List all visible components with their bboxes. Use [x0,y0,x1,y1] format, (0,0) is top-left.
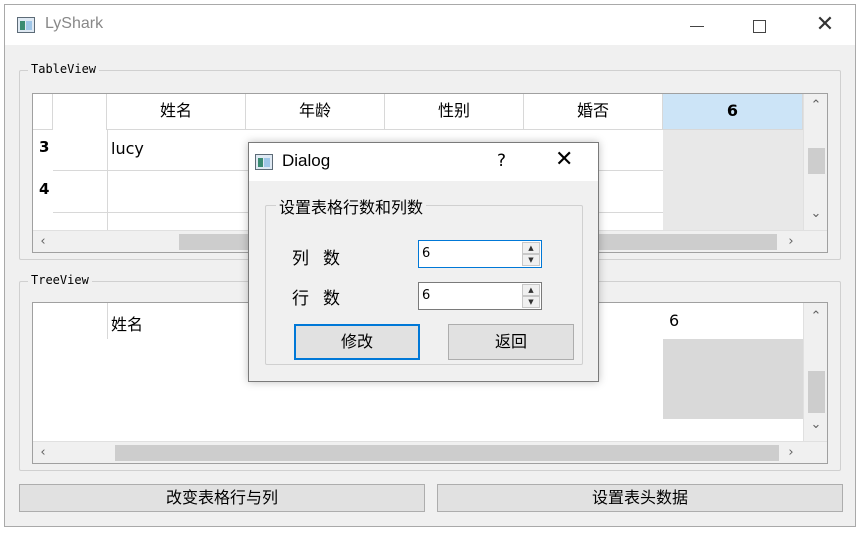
cols-label: 列数 [292,249,354,269]
row-number-4[interactable]: 4 [33,180,53,198]
dialog-group-title: 设置表格行数和列数 [276,194,427,218]
cols-spin-buttons[interactable]: ▲ ▼ [522,242,540,266]
rows-spin-buttons[interactable]: ▲ ▼ [522,284,540,308]
scroll-down-icon[interactable]: ⌄ [806,206,826,221]
table-header-age[interactable]: 年龄 [246,94,385,130]
col-divider [107,303,108,339]
row-number-3[interactable]: 3 [33,138,53,156]
scroll-right-icon[interactable]: › [781,445,801,460]
table-header-name[interactable]: 姓名 [107,94,246,130]
rows-value[interactable]: 6 [422,288,430,303]
table-corner[interactable] [33,94,53,130]
scroll-left-icon[interactable]: ‹ [33,234,53,249]
tableview-group-title: TableView [28,62,100,76]
spin-down-icon[interactable]: ▼ [522,296,540,308]
rows-label: 行数 [292,289,354,309]
scroll-thumb[interactable] [115,445,779,461]
dialog-app-icon [255,154,273,170]
table-header-married[interactable]: 婚否 [524,94,663,130]
row-header-column [53,94,107,130]
spin-up-icon[interactable]: ▲ [522,242,540,254]
dialog-close-button[interactable]: ✕ [555,147,573,172]
scroll-up-icon[interactable]: ⌃ [806,98,826,113]
change-rows-cols-button[interactable]: 改变表格行与列 [19,484,425,512]
window-title: LyShark [45,15,104,32]
table-header-6[interactable]: 6 [663,94,803,130]
title-bar: LyShark ✕ [5,5,855,45]
empty-column-area [663,130,803,230]
spin-down-icon[interactable]: ▼ [522,254,540,266]
spin-up-icon[interactable]: ▲ [522,284,540,296]
scroll-up-icon[interactable]: ⌃ [806,309,826,324]
table-vertical-scrollbar[interactable]: ⌃ ⌄ [803,94,827,230]
maximize-icon [752,20,766,33]
minimize-icon [690,26,704,27]
treeview-group-title: TreeView [28,273,92,287]
scroll-thumb[interactable] [808,371,825,413]
back-button[interactable]: 返回 [448,324,574,360]
set-header-data-button[interactable]: 设置表头数据 [437,484,843,512]
tree-header-6[interactable]: 6 [669,311,679,330]
close-button[interactable]: ✕ [805,11,845,39]
close-icon: ✕ [815,12,835,37]
modify-button[interactable]: 修改 [294,324,420,360]
cols-spinbox[interactable]: 6 ▲ ▼ [418,240,542,268]
scroll-left-icon[interactable]: ‹ [33,445,53,460]
scroll-right-icon[interactable]: › [781,234,801,249]
minimize-button[interactable] [677,11,717,39]
app-icon [17,17,35,33]
maximize-button[interactable] [739,11,779,39]
empty-column-area [663,339,803,419]
dialog-title: Dialog [282,151,331,170]
cols-value[interactable]: 6 [422,246,430,261]
settings-dialog: Dialog ? ✕ 设置表格行数和列数 列数 6 ▲ ▼ 行数 6 ▲ ▼ 修… [248,142,599,382]
tree-header-name[interactable]: 姓名 [111,311,143,335]
close-icon: ✕ [555,147,574,172]
dialog-title-bar: Dialog ? ✕ [249,143,598,181]
tree-horizontal-scrollbar[interactable]: ‹ › [33,441,827,463]
table-cell[interactable]: lucy [111,139,144,158]
dialog-group: 设置表格行数和列数 列数 6 ▲ ▼ 行数 6 ▲ ▼ 修改 返回 [265,194,583,365]
tree-vertical-scrollbar[interactable]: ⌃ ⌄ [803,303,827,441]
help-button[interactable]: ? [497,151,506,171]
scroll-thumb[interactable] [808,148,825,174]
scroll-down-icon[interactable]: ⌄ [806,417,826,432]
table-header-gender[interactable]: 性别 [385,94,524,130]
rows-spinbox[interactable]: 6 ▲ ▼ [418,282,542,310]
